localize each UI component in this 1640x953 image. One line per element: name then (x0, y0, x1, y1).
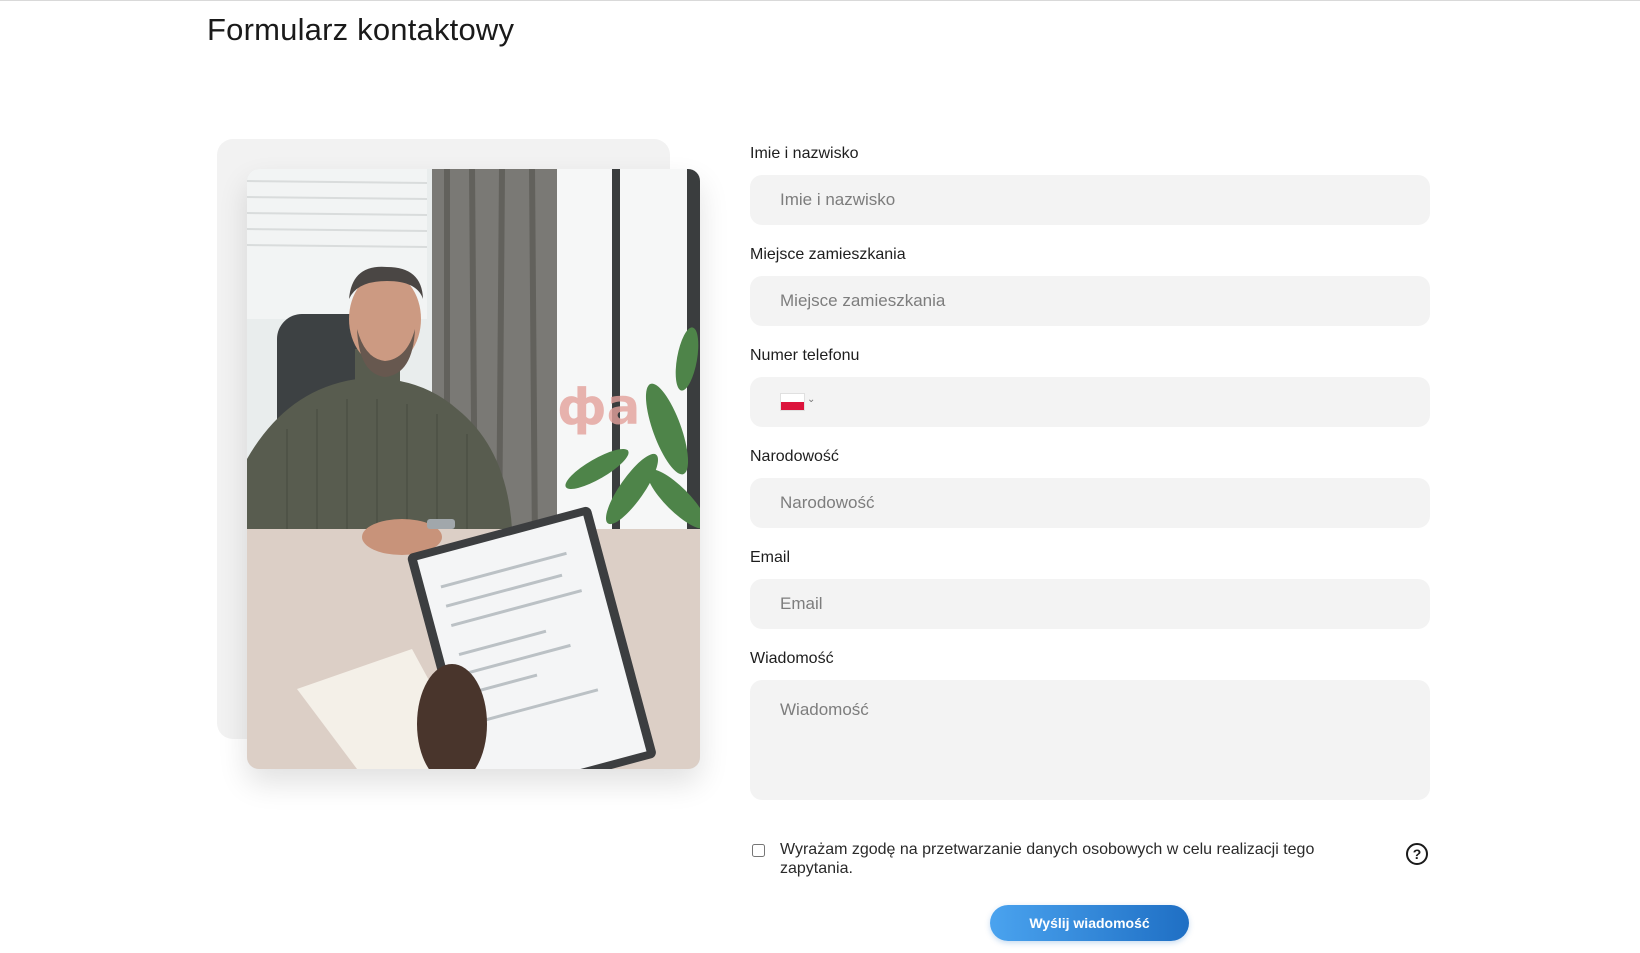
field-name: Imie i nazwisko (750, 140, 1430, 241)
message-label: Wiadomość (750, 650, 834, 667)
field-email: Email (750, 544, 1430, 645)
page-title: Formularz kontaktowy (207, 12, 515, 47)
residence-input[interactable] (750, 276, 1430, 326)
country-code-select[interactable]: ⌄ (780, 393, 820, 411)
residence-label: Miejsce zamieszkania (750, 246, 906, 263)
email-label: Email (750, 549, 791, 566)
phone-input[interactable] (830, 377, 1414, 429)
nationality-input[interactable] (750, 478, 1430, 528)
field-nationality: Narodowość (750, 443, 1430, 544)
send-message-button[interactable]: Wyślij wiadomość (990, 905, 1189, 941)
chevron-down-icon: ⌄ (807, 394, 816, 405)
name-label: Imie i nazwisko (750, 145, 859, 162)
consent-checkbox[interactable] (752, 844, 765, 857)
message-textarea[interactable] (750, 680, 1430, 800)
contact-form: Imie i nazwisko Miejsce zamieszkania Num… (750, 140, 1430, 800)
name-input[interactable] (750, 175, 1430, 225)
field-message: Wiadomość (750, 645, 1430, 800)
question-circle-icon[interactable]: ? (1406, 843, 1428, 865)
nationality-label: Narodowość (750, 448, 839, 465)
field-residence: Miejsce zamieszkania (750, 241, 1430, 342)
phone-field: ⌄ (750, 377, 1430, 429)
field-phone: Numer telefonu ⌄ (750, 342, 1430, 443)
phone-label: Numer telefonu (750, 347, 860, 364)
email-input[interactable] (750, 579, 1430, 629)
top-divider (0, 0, 1640, 1)
consent-row: Wyrażam zgodę na przetwarzanie danych os… (750, 840, 1430, 884)
interview-photo: фа (247, 169, 700, 769)
consent-text: Wyrażam zgodę na przetwarzanie danych os… (780, 841, 1315, 877)
poland-flag-icon (780, 393, 805, 411)
